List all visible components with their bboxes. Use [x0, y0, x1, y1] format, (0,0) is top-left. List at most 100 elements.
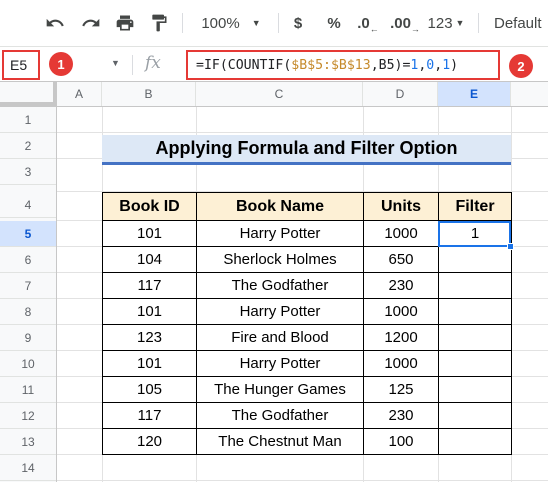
cell-units[interactable]: 230: [363, 272, 439, 299]
column-header-d[interactable]: D: [363, 82, 438, 106]
table-row: 117 The Godfather 230: [102, 402, 512, 429]
cell-book-name[interactable]: The Godfather: [196, 272, 364, 299]
table-row: 104 Sherlock Holmes 650: [102, 246, 512, 273]
formula-number: 0: [426, 57, 435, 73]
header-filter[interactable]: Filter: [438, 192, 512, 221]
header-book-id[interactable]: Book ID: [102, 192, 197, 221]
column-header-a[interactable]: A: [57, 82, 102, 106]
row-header[interactable]: 3: [0, 159, 56, 185]
zoom-select[interactable]: 100% ▼: [196, 10, 266, 36]
formula-text: =IF(COUNTIF(: [196, 57, 292, 73]
undo-icon[interactable]: [42, 10, 68, 36]
name-box-dropdown-icon[interactable]: ▼: [111, 58, 120, 68]
redo-icon[interactable]: [78, 10, 104, 36]
decrease-decimal-label: .0: [357, 14, 370, 32]
cell-units[interactable]: 1200: [363, 324, 439, 351]
grid-line: [57, 480, 548, 481]
formula-input[interactable]: =IF(COUNTIF($B$5:$B$13 ,B5)= 1, 0, 1): [186, 50, 500, 80]
table-row: 105 The Hunger Games 125: [102, 376, 512, 403]
row-header[interactable]: 5: [0, 221, 56, 247]
formula-text: ): [450, 57, 459, 73]
column-header-f[interactable]: [511, 82, 548, 106]
row-header[interactable]: 12: [0, 403, 56, 429]
name-box[interactable]: E5: [2, 50, 40, 80]
formula-bar: E5 1 ▼ fx =IF(COUNTIF($B$5:$B$13 ,B5)= 1, 0…: [0, 46, 548, 82]
increase-decimal-button[interactable]: .00 →: [390, 10, 420, 36]
cell-book-name[interactable]: Harry Potter: [196, 350, 364, 377]
cell-filter[interactable]: [438, 246, 512, 273]
row-header[interactable]: 6: [0, 247, 56, 273]
active-cell-outline[interactable]: [438, 221, 511, 247]
select-all-corner[interactable]: [0, 82, 57, 106]
table-row: 123 Fire and Blood 1200: [102, 324, 512, 351]
cell-book-id[interactable]: 101: [102, 298, 197, 325]
row-header[interactable]: 10: [0, 351, 56, 377]
cell-filter[interactable]: [438, 402, 512, 429]
cell-book-name[interactable]: The Godfather: [196, 402, 364, 429]
number-format-select[interactable]: 123 ▼: [424, 10, 468, 36]
cell-units[interactable]: 1000: [363, 298, 439, 325]
cell-units[interactable]: 650: [363, 246, 439, 273]
row-header[interactable]: 4: [0, 192, 56, 218]
toolbar-divider: [278, 13, 279, 33]
cell-book-id[interactable]: 117: [102, 272, 197, 299]
step-badge-2: 2: [509, 54, 533, 78]
fill-handle[interactable]: [507, 243, 514, 250]
cell-book-id[interactable]: 101: [102, 350, 197, 377]
cell-book-name[interactable]: Fire and Blood: [196, 324, 364, 351]
cell-book-name[interactable]: The Chestnut Man: [196, 428, 364, 455]
cell-units[interactable]: 125: [363, 376, 439, 403]
row-header[interactable]: 13: [0, 429, 56, 455]
decrease-decimal-button[interactable]: .0 ←: [354, 10, 382, 36]
row-header[interactable]: 14: [0, 455, 56, 481]
column-headers: A B C D E: [0, 82, 548, 107]
cell-filter[interactable]: [438, 428, 512, 455]
header-book-name[interactable]: Book Name: [196, 192, 364, 221]
cell-book-name[interactable]: Sherlock Holmes: [196, 246, 364, 273]
row-header[interactable]: 8: [0, 299, 56, 325]
cell-book-id[interactable]: 105: [102, 376, 197, 403]
cell-units[interactable]: 1000: [363, 220, 439, 247]
paint-format-icon[interactable]: [146, 10, 172, 36]
grid-line: [57, 132, 548, 133]
percent-format-button[interactable]: %: [324, 10, 344, 36]
sheet-title[interactable]: Applying Formula and Filter Option: [102, 135, 511, 165]
table-row: 101 Harry Potter 1000: [102, 350, 512, 377]
row-header[interactable]: 11: [0, 377, 56, 403]
cell-book-id[interactable]: 101: [102, 220, 197, 247]
cell-filter[interactable]: [438, 350, 512, 377]
row-header[interactable]: 1: [0, 107, 56, 133]
cell-book-name[interactable]: The Hunger Games: [196, 376, 364, 403]
row-header[interactable]: 9: [0, 325, 56, 351]
header-units[interactable]: Units: [363, 192, 439, 221]
formula-range: $B$5:$B$13: [291, 57, 371, 73]
cell-units[interactable]: 230: [363, 402, 439, 429]
row-header[interactable]: 2: [0, 133, 56, 159]
cell-book-name[interactable]: Harry Potter: [196, 298, 364, 325]
font-select[interactable]: Default: [494, 10, 548, 36]
toolbar-divider: [182, 13, 183, 33]
cell-book-id[interactable]: 117: [102, 402, 197, 429]
number-format-label: 123: [427, 14, 453, 32]
column-header-b[interactable]: B: [102, 82, 196, 106]
chevron-down-icon: ▼: [455, 18, 465, 28]
arrow-right-icon: →: [410, 24, 420, 34]
column-header-e[interactable]: E: [438, 82, 511, 106]
cell-book-id[interactable]: 120: [102, 428, 197, 455]
cell-filter[interactable]: [438, 376, 512, 403]
row-header[interactable]: 7: [0, 273, 56, 299]
cell-filter[interactable]: [438, 298, 512, 325]
column-header-c[interactable]: C: [196, 82, 363, 106]
currency-format-button[interactable]: $: [288, 10, 308, 36]
cell-book-id[interactable]: 123: [102, 324, 197, 351]
cell-filter[interactable]: [438, 324, 512, 351]
table-row: 117 The Godfather 230: [102, 272, 512, 299]
cell-units[interactable]: 100: [363, 428, 439, 455]
cell-book-name[interactable]: Harry Potter: [196, 220, 364, 247]
print-icon[interactable]: [112, 10, 138, 36]
cell-filter[interactable]: [438, 272, 512, 299]
toolbar: 100% ▼ $ % .0 ← .00 → 123 ▼ Default: [0, 0, 548, 46]
toolbar-divider: [478, 13, 479, 33]
cell-book-id[interactable]: 104: [102, 246, 197, 273]
cell-units[interactable]: 1000: [363, 350, 439, 377]
